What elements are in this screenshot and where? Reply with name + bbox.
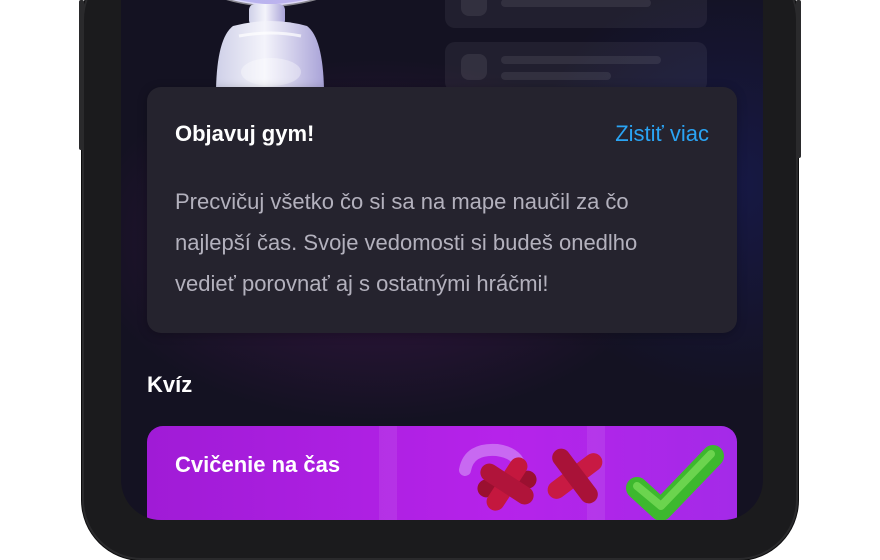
- hero-illustration: [121, 0, 763, 92]
- learn-more-link[interactable]: Zistiť viac: [615, 121, 709, 147]
- card-description: Precvičuj všetko čo si sa na mape naučil…: [175, 181, 720, 304]
- quiz-symbols-illustration: [379, 426, 724, 520]
- placeholder-list-item: [445, 0, 707, 28]
- gym-info-card: Objavuj gym! Zistiť viac Precvičuj všetk…: [147, 87, 737, 333]
- quiz-section-title: Kvíz: [147, 372, 193, 397]
- cross-icon: [477, 457, 537, 511]
- app-screen: Objavuj gym! Zistiť viac Precvičuj všetk…: [121, 0, 763, 520]
- phone-side-button: [79, 0, 84, 150]
- card-description-line: vedieť porovnať aj s ostatnými hráčmi!: [175, 271, 549, 296]
- placeholder-list-item: [445, 42, 707, 92]
- timed-exercise-card[interactable]: Cvičenie na čas: [147, 426, 737, 520]
- card-title: Objavuj gym!: [175, 121, 315, 146]
- card-description-line: Precvičuj všetko čo si sa na mape naučil…: [175, 189, 629, 214]
- phone-power-button: [796, 0, 801, 158]
- checkmark-icon: [626, 445, 724, 520]
- card-description-line: najlepší čas. Svoje vedomosti si budeš o…: [175, 230, 638, 255]
